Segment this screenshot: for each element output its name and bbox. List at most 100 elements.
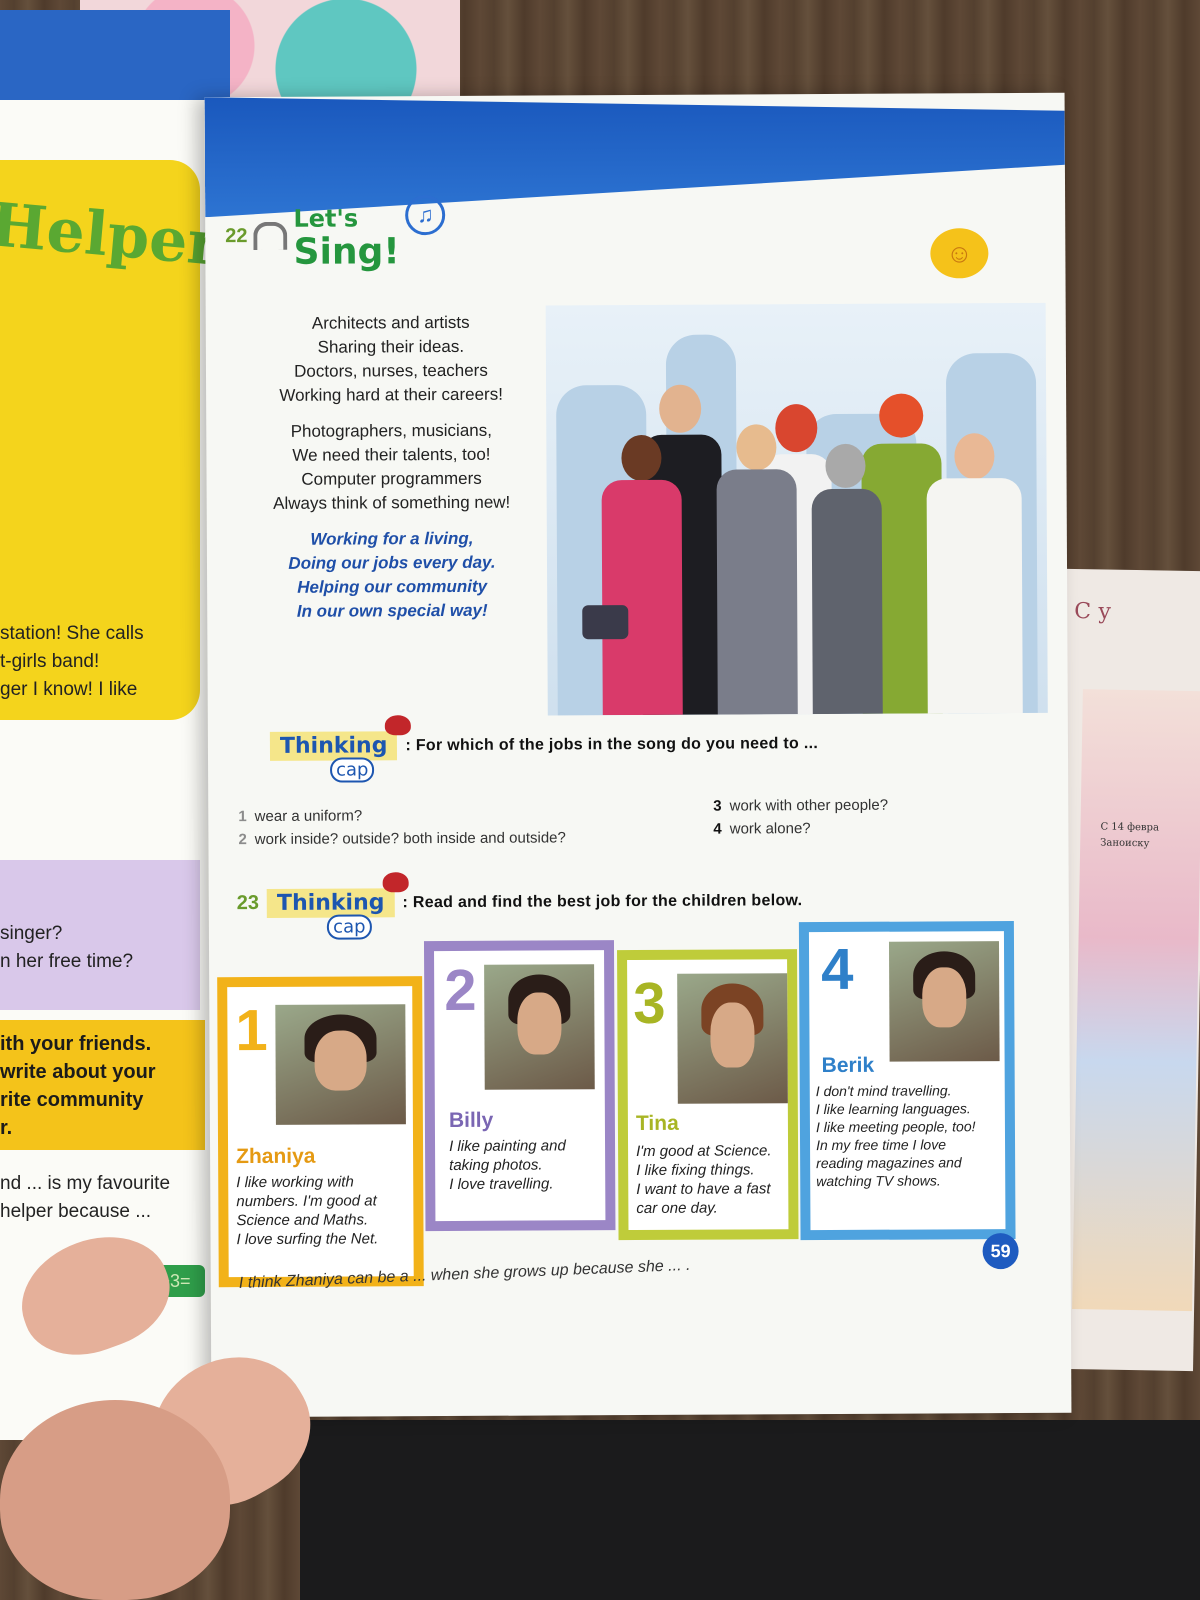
chorus-line: Doing our jobs every day. (288, 552, 496, 573)
camera-icon (582, 605, 629, 640)
head (825, 443, 866, 489)
card-number: 1 (235, 997, 268, 1064)
left-question: singer? (0, 923, 63, 944)
card-line: reading magazines and (816, 1154, 962, 1172)
thinking-cap-task-23: 23 Thinking cap : Read and find the best… (236, 872, 803, 940)
left-prompt-line: helper because ... (0, 1201, 152, 1222)
task-22-items-left: 1 wear a uniform? 2 work inside? outside? … (238, 803, 566, 851)
left-questions: singer? n her free time? (0, 920, 200, 976)
card-line: I like working with (236, 1173, 354, 1192)
question-number: 1 (238, 808, 247, 826)
exercise-number: 22 (225, 224, 248, 247)
card-line: I love surfing the Net. (236, 1230, 379, 1249)
question-number: 2 (238, 831, 247, 849)
question-number: 3 (713, 797, 722, 815)
chorus-line: Working for a living, (310, 528, 474, 549)
lyric-line: Always think of something new! (273, 492, 511, 513)
card-text: I'm good at Science. I like fixing thing… (636, 1141, 772, 1218)
thinking-cap-logo-text: Thinking (276, 890, 385, 916)
song-title: Let's Sing! (293, 201, 400, 273)
chorus-line: Helping our community (297, 576, 488, 597)
hand (0, 1400, 230, 1600)
dark-object (300, 1420, 1200, 1600)
thinking-cap-logo-sub: cap (327, 914, 372, 940)
side-card-note: С 14 февра Заноиску (1100, 819, 1159, 852)
teacher-figure (811, 443, 883, 715)
face (922, 967, 967, 1028)
artist-figure (582, 434, 683, 716)
card-line: I like meeting people, too! (815, 1118, 976, 1136)
left-prompt-line: nd ... is my favourite (0, 1173, 171, 1194)
task-23-instruction: : Read and find the best job for the chi… (402, 891, 803, 911)
body (601, 479, 683, 716)
cap-icon (385, 715, 412, 736)
thinking-cap-logo-sub: cap (330, 757, 375, 783)
left-task-line: r. (0, 1117, 13, 1139)
left-page-header-band (0, 10, 230, 100)
question-item: 3 work with other people? (713, 794, 888, 818)
child-photo (888, 941, 1000, 1062)
question-number: 4 (713, 820, 722, 838)
lyric-line: Working hard at their careers! (279, 384, 503, 405)
card-line: watching TV shows. (816, 1172, 941, 1190)
song-lyrics: Architects and artists Sharing their ide… (246, 311, 538, 637)
side-card-title: С у (1074, 598, 1112, 625)
chorus-line: In our own special way! (296, 600, 488, 621)
card-number: 3 (633, 970, 666, 1037)
left-text-line: station! She calls (0, 623, 144, 644)
question-text: work alone? (729, 820, 811, 838)
head (621, 434, 662, 482)
head (879, 393, 924, 438)
lyric-line: Sharing their ideas. (317, 336, 465, 357)
question-item: 1 wear a uniform? (238, 803, 566, 828)
thinking-cap-logo: Thinking cap (269, 715, 412, 783)
card-line: I like fixing things. (636, 1161, 755, 1180)
card-text: I don't mind travelling. I like learning… (816, 1081, 976, 1190)
card-line: numbers. I'm good at (236, 1192, 377, 1211)
smiley-icon: ☺ (930, 228, 989, 279)
face (517, 991, 562, 1055)
face (314, 1030, 367, 1092)
left-question: n her free time? (0, 951, 134, 972)
card-line: taking photos. (449, 1156, 543, 1174)
card-line: Science and Maths. (236, 1211, 369, 1230)
left-task-text: ith your friends. write about your rite … (0, 1030, 200, 1142)
verse-1: Architects and artists Sharing their ide… (246, 311, 536, 409)
body (811, 488, 883, 715)
song-title-line2: Sing! (293, 231, 400, 273)
card-number: 2 (444, 957, 477, 1024)
lyric-line: Doctors, nurses, teachers (294, 360, 488, 381)
left-page-lilac-panel: singer? n her free time? (0, 860, 200, 1010)
headphones-icon (253, 221, 288, 251)
body (926, 477, 1023, 714)
card-name: Billy (448, 1108, 494, 1132)
side-note-line: Заноиску (1100, 837, 1150, 850)
page-number: 59 (982, 1233, 1019, 1270)
left-text-line: ger I know! I like (0, 679, 138, 700)
card-text: I like working with numbers. I'm good at… (236, 1172, 378, 1249)
head (736, 424, 777, 471)
workers-illustration (545, 302, 1048, 716)
card-line: In my free time I love (816, 1136, 947, 1154)
question-text: wear a uniform? (254, 807, 363, 826)
lyric-line: Architects and artists (311, 312, 470, 333)
question-text: work with other people? (729, 796, 889, 815)
task-22-items-right: 3 work with other people? 4 work alone? (713, 794, 888, 841)
lyric-line: Photographers, musicians, (290, 420, 492, 441)
head (954, 433, 995, 480)
side-card-art: С 14 февра Заноиску (1072, 689, 1200, 1312)
card-name: Berik (821, 1053, 875, 1078)
thinking-cap-task-22: Thinking cap : For which of the jobs in … (269, 715, 819, 783)
child-card-tina: 3 Tina I'm good at Science. I like fixin… (617, 949, 799, 1241)
lyric-line: Computer programmers (301, 468, 482, 489)
left-page: Helper station! She calls t-girls band! … (0, 10, 230, 1440)
task-22-question: : For which of the jobs in the song do y… (405, 734, 819, 754)
photographer-figure (716, 424, 798, 715)
exercise-number: 23 (236, 891, 260, 915)
left-page-text: station! She calls t-girls band! ger I k… (0, 620, 200, 704)
card-line: I don't mind travelling. (815, 1082, 952, 1100)
page-header-band (205, 93, 1066, 218)
question-item: 2 work inside? outside? both inside and o… (238, 826, 566, 851)
card-name: Zhaniya (236, 1144, 316, 1169)
left-task-line: rite community (0, 1089, 144, 1111)
